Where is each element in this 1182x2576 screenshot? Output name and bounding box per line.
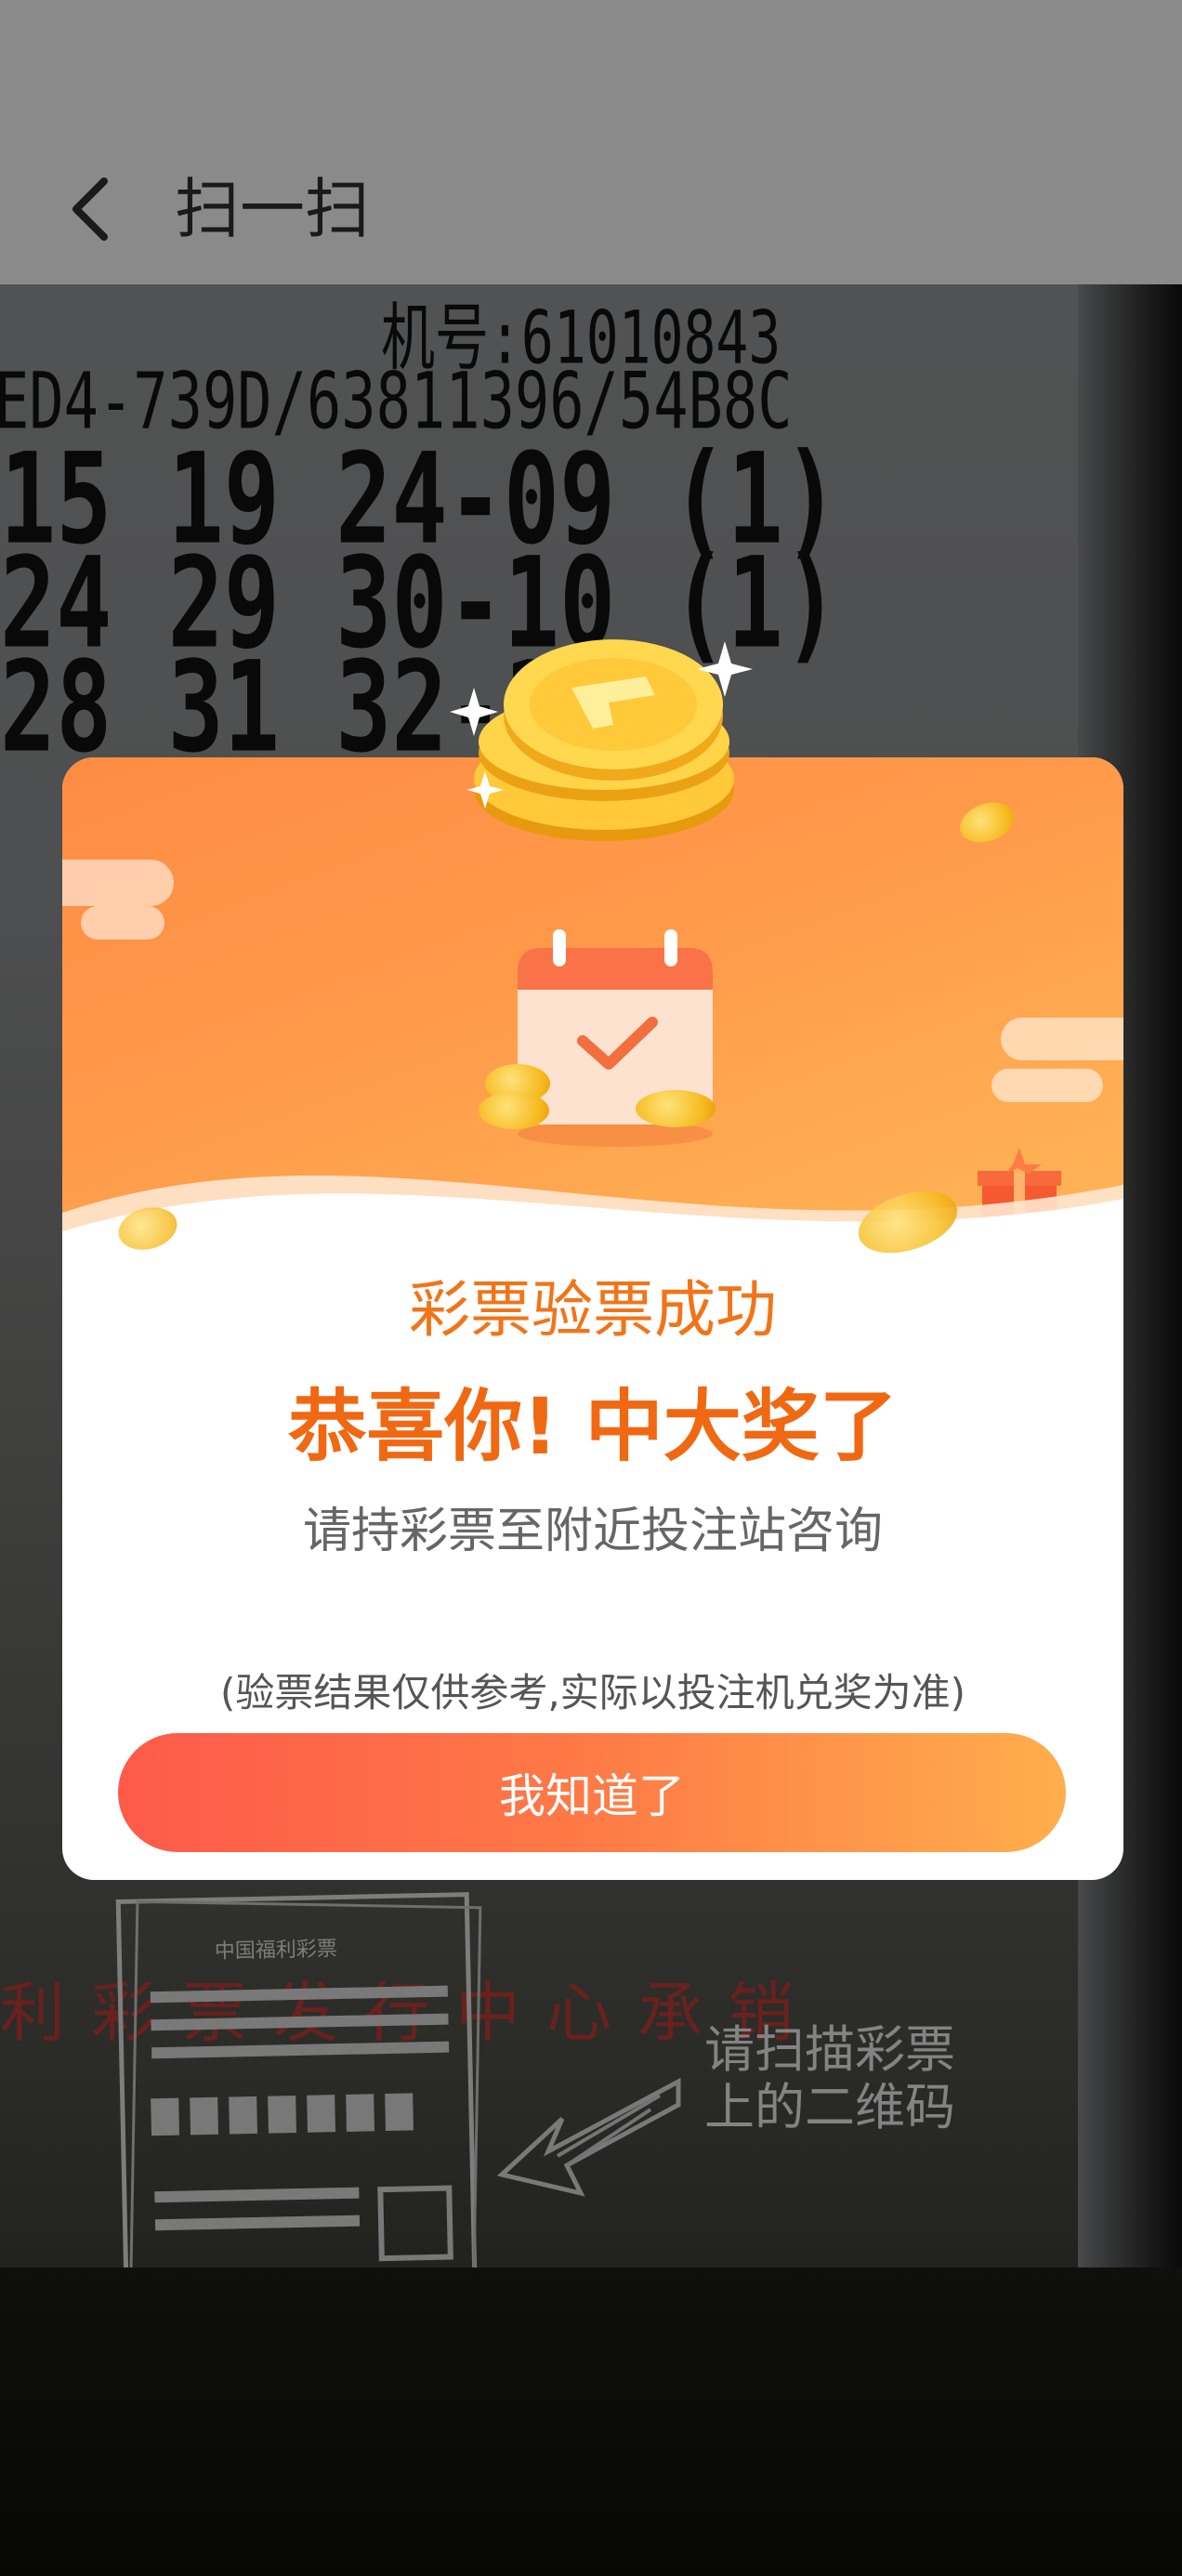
coin-icon (479, 1092, 549, 1129)
result-dialog: 彩票验票成功 恭喜你! 中大奖了 请持彩票至附近投注站咨询 (验票结果仅供参考,… (62, 757, 1123, 1880)
header-wave (62, 1176, 1123, 1287)
dialog-headline: 恭喜你! 中大奖了 (288, 1381, 898, 1472)
cloud-decoration (1001, 1018, 1123, 1060)
dialog-disclaimer: (验票结果仅供参考,实际以投注机兑奖为准) (219, 1670, 966, 1715)
gold-coins-icon (450, 639, 753, 841)
cloud-decoration (992, 1069, 1103, 1102)
back-button[interactable] (58, 167, 123, 251)
dialog-title: 彩票验票成功 (409, 1274, 777, 1346)
coin-icon (953, 795, 1020, 850)
coin-icon (636, 1090, 716, 1127)
cloud-decoration (62, 860, 174, 906)
top-bar: 扫一扫 (0, 0, 1182, 284)
confirm-button[interactable]: 我知道了 (118, 1733, 1066, 1852)
dialog-subtitle: 请持彩票至附近投注站咨询 (302, 1504, 883, 1559)
cloud-decoration (81, 906, 164, 940)
page-title: 扫一扫 (175, 171, 370, 247)
chevron-left-icon (72, 177, 108, 241)
